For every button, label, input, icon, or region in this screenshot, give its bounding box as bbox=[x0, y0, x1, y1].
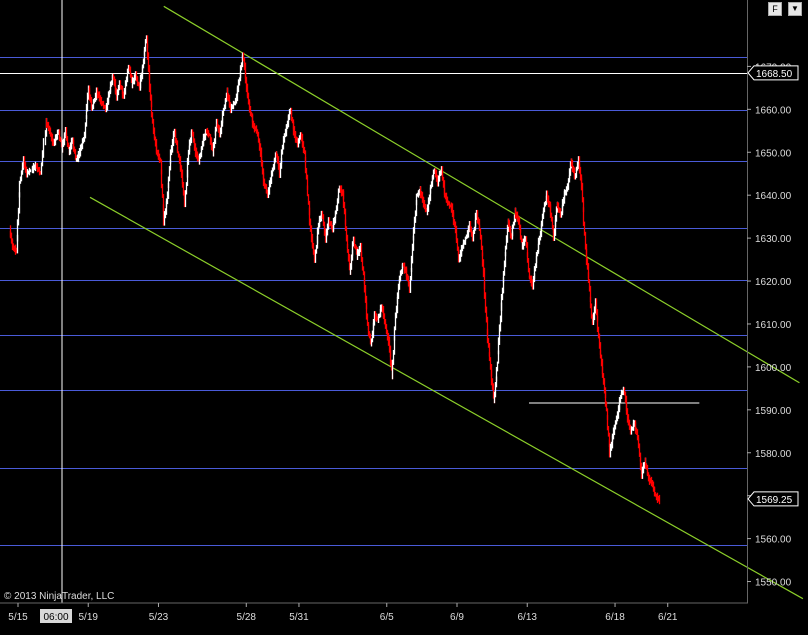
copyright-text: © 2013 NinjaTrader, LLC bbox=[4, 591, 115, 602]
x-tick-label: 6/21 bbox=[658, 612, 678, 623]
y-tick-label: 1560.00 bbox=[755, 535, 792, 546]
y-tick-label: 1550.00 bbox=[755, 578, 792, 589]
y-tick-label: 1660.00 bbox=[755, 105, 792, 116]
crosshair-time-label: 06:00 bbox=[40, 609, 72, 623]
last-price-marker-text: 1668.50 bbox=[756, 69, 793, 80]
y-tick-label: 1650.00 bbox=[755, 148, 792, 159]
y-tick-label: 1630.00 bbox=[755, 234, 792, 245]
x-tick-label: 6/9 bbox=[450, 612, 464, 623]
last-price-marker: 1668.50 bbox=[747, 65, 799, 81]
y-tick-label: 1610.00 bbox=[755, 320, 792, 331]
y-tick-label: 1580.00 bbox=[755, 449, 792, 460]
x-tick-label: 5/19 bbox=[79, 612, 99, 623]
x-tick-label: 5/28 bbox=[237, 612, 257, 623]
x-tick-label: 6/5 bbox=[380, 612, 394, 623]
y-tick-label: 1600.00 bbox=[755, 363, 792, 374]
x-tick-label: 6/18 bbox=[605, 612, 625, 623]
y-tick-label: 1590.00 bbox=[755, 406, 792, 417]
dropdown-icon[interactable]: ▼ bbox=[788, 2, 802, 16]
y-tick-label: 1620.00 bbox=[755, 277, 792, 288]
x-tick-label: 6/13 bbox=[518, 612, 538, 623]
x-tick-label: 5/31 bbox=[289, 612, 309, 623]
price-chart[interactable]: 5/15 5/19 5/23 5/28 5/31 6/5 6/9 6/13 6/18 6/21 1… bbox=[0, 0, 808, 630]
x-tick-label: 5/15 bbox=[8, 612, 28, 623]
current-price-marker-text: 1569.25 bbox=[756, 495, 793, 506]
x-tick-label: 5/23 bbox=[149, 612, 169, 623]
current-price-marker: 1569.25 bbox=[747, 491, 799, 507]
y-tick-label: 1640.00 bbox=[755, 191, 792, 202]
chart-area[interactable]: 5/15 5/19 5/23 5/28 5/31 6/5 6/9 6/13 6/18 6/21 1… bbox=[0, 0, 808, 630]
cursor-time-text: 06:00 bbox=[43, 612, 68, 623]
format-button[interactable]: F bbox=[768, 2, 782, 16]
